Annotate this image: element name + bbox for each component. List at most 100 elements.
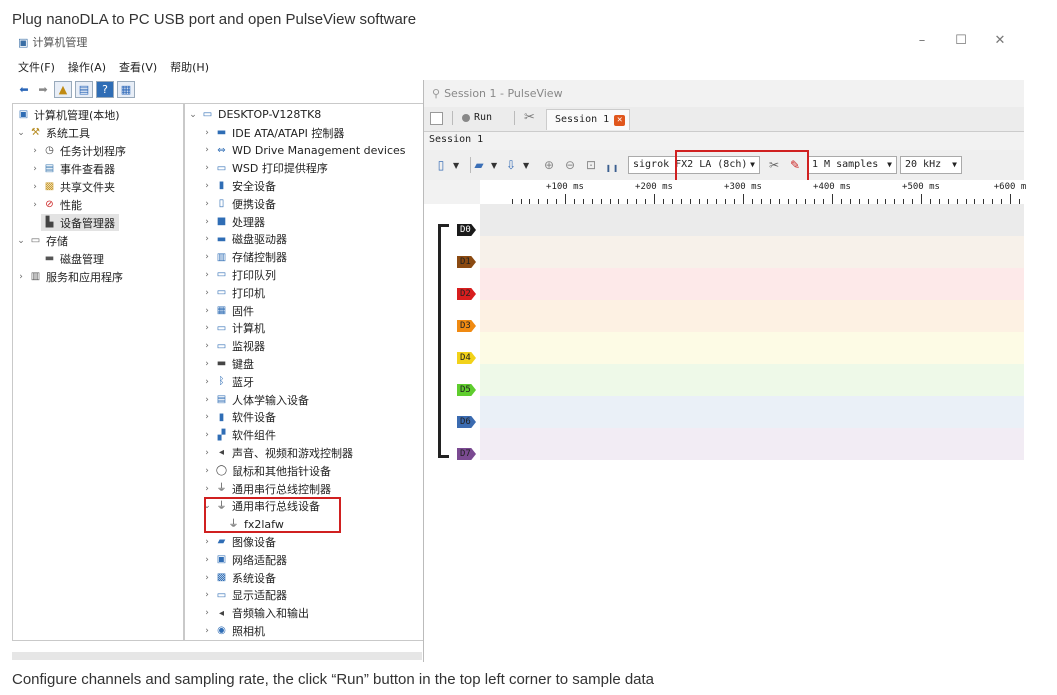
device-tree-item[interactable]: › ▤ 人体学输入设备 [201, 391, 309, 408]
device-tree-item[interactable]: › ▭ 打印机 [201, 284, 265, 301]
chevron-down-icon[interactable]: ▼ [453, 161, 461, 170]
device-tree-item[interactable]: › ◉ 照相机 [201, 622, 265, 639]
chevron-down-icon[interactable]: ⌄ [187, 110, 199, 120]
channel-trace-d6[interactable] [480, 396, 1024, 428]
settings-icon[interactable]: ✂ [524, 110, 535, 125]
chevron-down-icon[interactable]: ▼ [523, 161, 531, 170]
channel-trace-d1[interactable] [480, 236, 1024, 268]
chevron-right-icon[interactable]: › [201, 128, 213, 138]
horizontal-scrollbar[interactable] [12, 652, 422, 660]
device-tree-item[interactable]: › ▦ 固件 [201, 302, 254, 319]
back-arrow-icon[interactable]: ⬅ [16, 82, 32, 97]
chevron-down-icon[interactable]: ⌄ [15, 236, 27, 246]
device-tree-item[interactable]: › ▬ 磁盘驱动器 [201, 231, 287, 248]
chevron-right-icon[interactable]: › [201, 626, 213, 636]
device-tree-item[interactable]: › ◯ 鼠标和其他指针设备 [201, 462, 331, 479]
device-tree-root[interactable]: ⌄ ▭ DESKTOP-V128TK8 [187, 106, 321, 123]
device-tree-item[interactable]: › ▭ WSD 打印提供程序 [201, 160, 328, 177]
chevron-right-icon[interactable]: › [29, 164, 41, 174]
tree-item[interactable]: › ▤ 事件查看器 [29, 160, 115, 177]
chevron-right-icon[interactable]: › [201, 341, 213, 351]
device-tree-item[interactable]: › ▬ 键盘 [201, 355, 254, 372]
close-tab-icon[interactable]: ✕ [614, 114, 626, 126]
chevron-right-icon[interactable]: › [201, 466, 213, 476]
device-tree-item[interactable]: › ▭ 监视器 [201, 338, 265, 355]
device-tree-item[interactable]: › ▮ 软件设备 [201, 409, 276, 426]
run-button[interactable]: Run [462, 112, 492, 123]
tree-item[interactable]: ▣ 计算机管理(本地) [15, 106, 120, 123]
samples-select[interactable]: 1 M samples ▼ [807, 156, 897, 174]
chevron-right-icon[interactable]: › [15, 272, 27, 282]
channel-trace-d3[interactable] [480, 300, 1024, 332]
tab-session-1[interactable]: Session 1 ✕ [546, 109, 631, 130]
chevron-right-icon[interactable]: › [201, 359, 213, 369]
new-view-icon[interactable] [430, 112, 443, 125]
channel-trace-d5[interactable] [480, 364, 1024, 396]
samplerate-select[interactable]: 20 kHz ▼ [900, 156, 962, 174]
device-tree-item[interactable]: › ▣ 网络适配器 [201, 551, 287, 568]
chevron-right-icon[interactable]: › [29, 146, 41, 156]
chevron-right-icon[interactable]: › [201, 145, 213, 155]
channel-trace-d0[interactable] [480, 204, 1024, 236]
device-tree-item[interactable]: › ▰ 图像设备 [201, 533, 276, 550]
chevron-right-icon[interactable]: › [201, 412, 213, 422]
device-tree-item[interactable]: › ▥ 存储控制器 [201, 249, 287, 266]
chevron-right-icon[interactable]: › [201, 234, 213, 244]
forward-arrow-icon[interactable]: ➡ [35, 82, 51, 97]
minimize-button[interactable]: – [912, 33, 932, 48]
tree-item[interactable]: › ⊘ 性能 [29, 196, 82, 213]
chevron-right-icon[interactable]: › [201, 537, 213, 547]
chevron-right-icon[interactable]: › [201, 163, 213, 173]
chevron-right-icon[interactable]: › [201, 323, 213, 333]
channel-trace-d4[interactable] [480, 332, 1024, 364]
chevron-right-icon[interactable]: › [201, 270, 213, 280]
device-tree-item[interactable]: › ▩ 系统设备 [201, 569, 276, 586]
chevron-right-icon[interactable]: › [201, 181, 213, 191]
device-tree-item[interactable]: › ◂ 声音、视频和游戏控制器 [201, 444, 353, 461]
channel-trace-d7[interactable] [480, 428, 1024, 460]
device-tree-item[interactable]: › ▬ IDE ATA/ATAPI 控制器 [201, 124, 344, 141]
chevron-right-icon[interactable]: › [201, 395, 213, 405]
chevron-right-icon[interactable]: › [201, 306, 213, 316]
tree-item[interactable]: › ▥ 服务和应用程序 [15, 268, 123, 285]
chevron-right-icon[interactable]: › [201, 484, 213, 494]
chevron-right-icon[interactable]: › [201, 288, 213, 298]
tree-item-selected[interactable]: ▙ 设备管理器 [41, 214, 119, 231]
tree-item[interactable]: ⌄ ⚒ 系统工具 [15, 124, 90, 141]
maximize-button[interactable]: ☐ [951, 33, 971, 48]
device-tree-item[interactable]: › ▮ 安全设备 [201, 177, 276, 194]
device-tree-item[interactable]: › ▭ 打印队列 [201, 266, 276, 283]
chevron-right-icon[interactable]: › [201, 573, 213, 583]
chevron-right-icon[interactable]: › [201, 555, 213, 565]
new-session-icon[interactable]: ▯ [432, 156, 450, 174]
up-folder-icon[interactable]: ▲ [54, 81, 72, 98]
device-tree-item[interactable]: › ᛒ 蓝牙 [201, 373, 254, 390]
help-icon[interactable]: ? [96, 81, 114, 98]
chevron-right-icon[interactable]: › [201, 252, 213, 262]
chevron-down-icon[interactable]: ▼ [491, 161, 499, 170]
chevron-right-icon[interactable]: › [201, 430, 213, 440]
cursor-icon[interactable]: ╻╻ [603, 156, 621, 174]
properties-icon[interactable]: ▦ [117, 81, 135, 98]
tree-item[interactable]: ▬ 磁盘管理 [41, 250, 104, 267]
close-button[interactable]: ✕ [990, 33, 1010, 48]
device-tree-item[interactable]: › ◂ 音频输入和输出 [201, 605, 309, 622]
device-tree-item[interactable]: › ▭ 显示适配器 [201, 587, 287, 604]
device-tree-item[interactable]: › ▯ 便携设备 [201, 195, 276, 212]
chevron-right-icon[interactable]: › [201, 199, 213, 209]
show-hide-tree-icon[interactable]: ▤ [75, 81, 93, 98]
chevron-right-icon[interactable]: › [201, 217, 213, 227]
zoom-fit-icon[interactable]: ⊡ [582, 156, 600, 174]
device-tree-item[interactable]: › ⇔ WD Drive Management devices [201, 142, 405, 159]
chevron-right-icon[interactable]: › [201, 377, 213, 387]
chevron-right-icon[interactable]: › [201, 608, 213, 618]
tree-item[interactable]: ⌄ ▭ 存储 [15, 232, 68, 249]
menu-help[interactable]: 帮助(H) [170, 59, 209, 75]
chevron-down-icon[interactable]: ⌄ [15, 128, 27, 138]
device-tree-item[interactable]: › ▞ 软件组件 [201, 427, 276, 444]
chevron-right-icon[interactable]: › [201, 590, 213, 600]
menu-action[interactable]: 操作(A) [68, 59, 106, 75]
chevron-right-icon[interactable]: › [201, 448, 213, 458]
open-file-icon[interactable]: ▰ [470, 156, 488, 174]
device-tree-item[interactable]: › ⏚ 通用串行总线控制器 [201, 480, 331, 497]
